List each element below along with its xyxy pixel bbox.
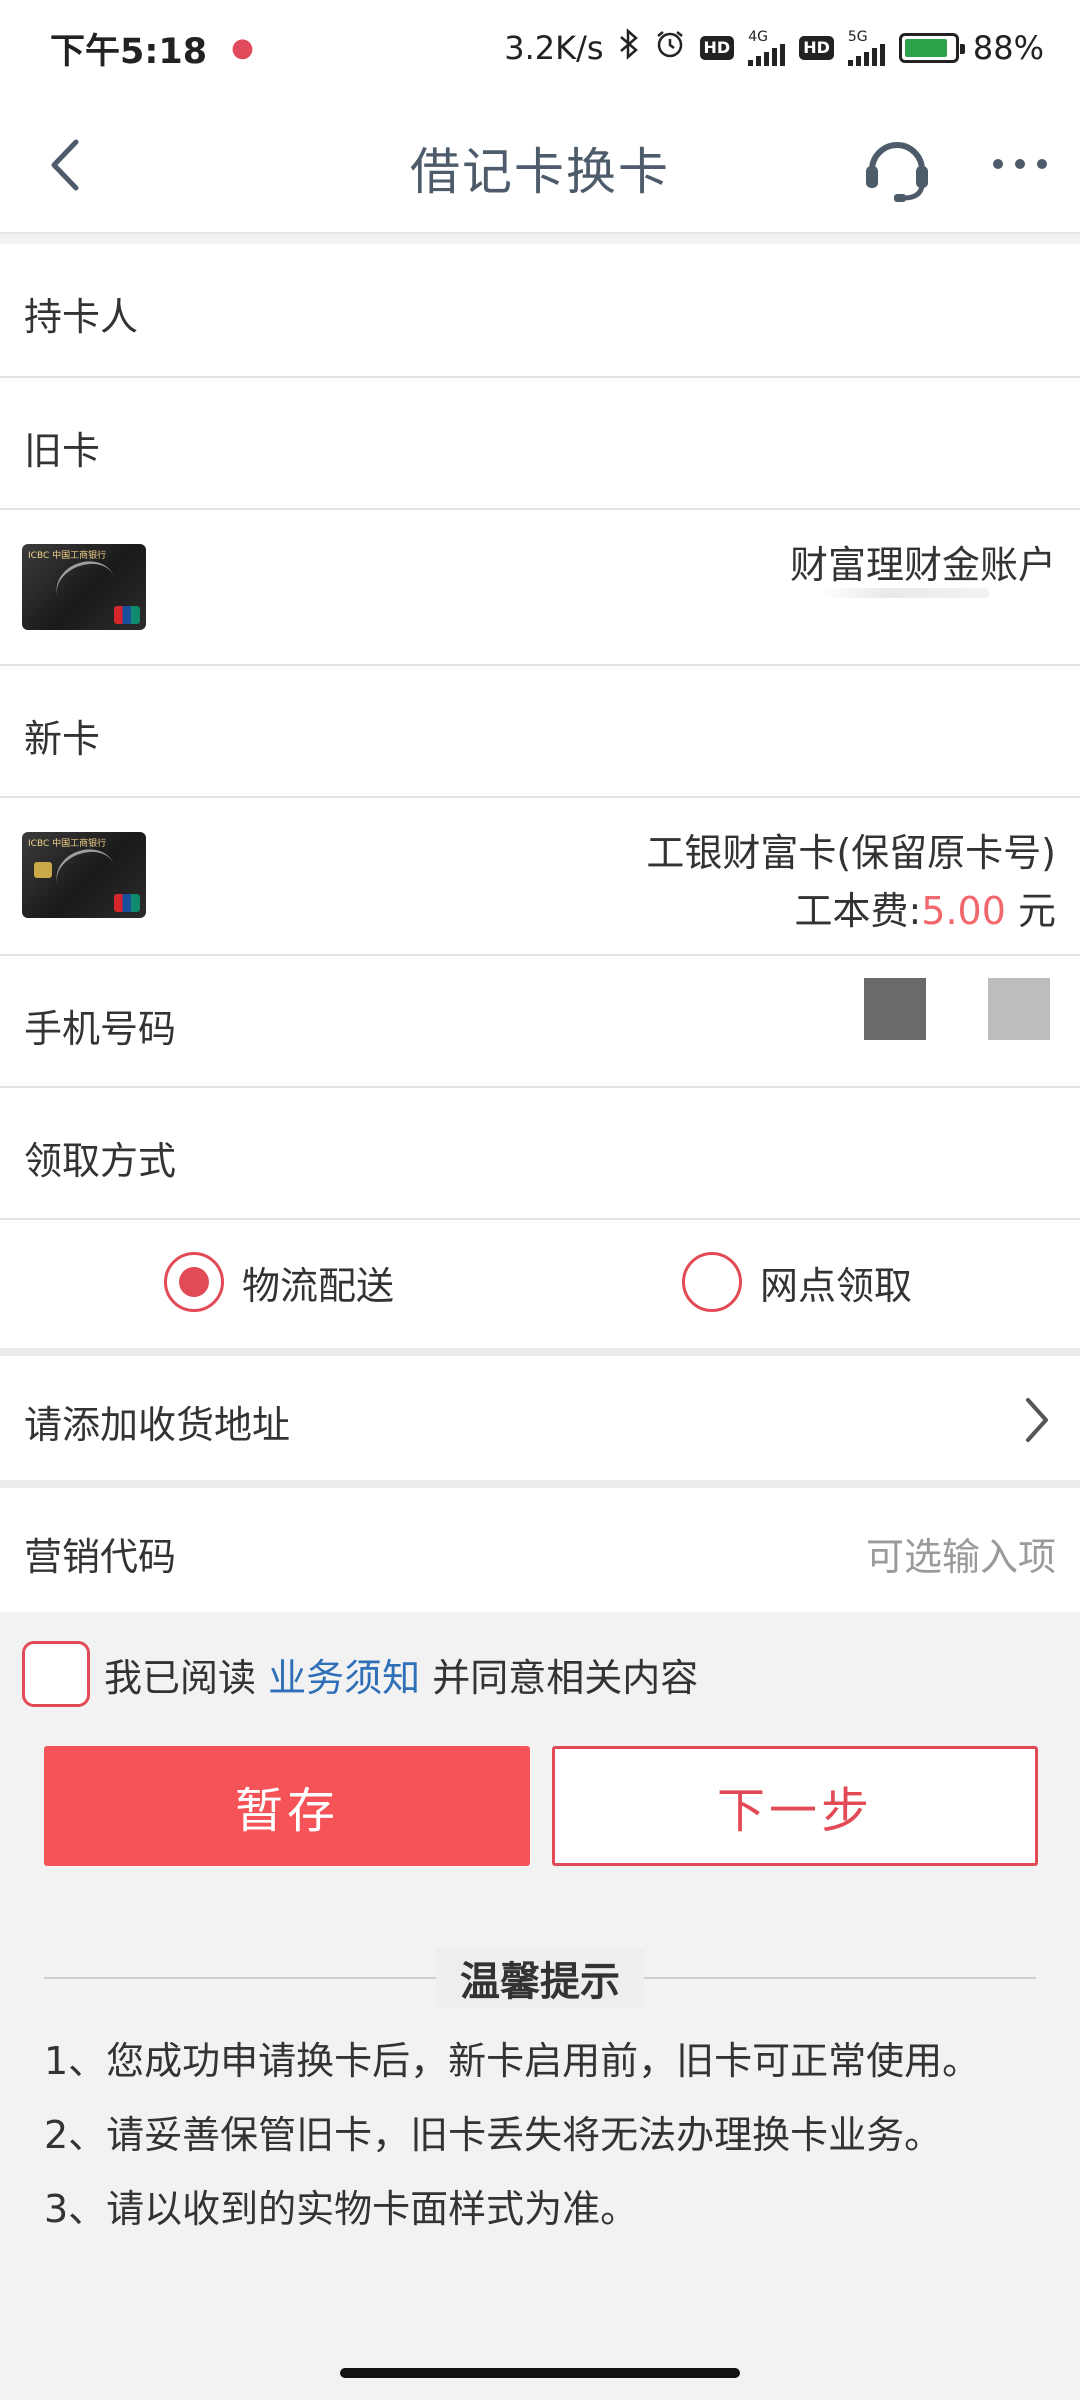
status-bar: 下午5:18 ● 3.2K/s HD 4G HD 5G 88% <box>0 0 1080 96</box>
new-card-name: 工银财富卡(保留原卡号) <box>646 831 1056 875</box>
masked-card-number <box>820 588 990 598</box>
marketing-code-label: 营销代码 <box>24 1535 177 1579</box>
battery-percent: 88% <box>972 29 1044 67</box>
holder-row: 持卡人 <box>0 244 1080 378</box>
radio-logistics[interactable]: 物流配送 <box>164 1252 394 1312</box>
fee-value: 5.00 <box>921 889 1006 933</box>
tips-list: 1、您成功申请换卡后，新卡启用前，旧卡可正常使用。 2、请妥善保管旧卡，旧卡丢失… <box>44 2024 1036 2246</box>
terms-link[interactable]: 业务须知 <box>268 1656 420 1700</box>
card-chip-icon <box>34 862 52 878</box>
tips-header: 温馨提示 <box>44 1948 1036 2008</box>
headset-icon <box>866 142 928 202</box>
divider <box>0 1480 1080 1488</box>
new-card-label: 新卡 <box>24 717 101 761</box>
tip-item: 1、您成功申请换卡后，新卡启用前，旧卡可正常使用。 <box>44 2039 981 2083</box>
holder-label: 持卡人 <box>24 295 139 339</box>
save-draft-button[interactable]: 暂存 <box>44 1746 530 1866</box>
phone-row: 手机号码 <box>0 956 1080 1088</box>
battery-icon <box>898 33 965 63</box>
fee-prefix: 工本费: <box>794 889 922 933</box>
chevron-right-icon <box>1026 1398 1048 1442</box>
next-step-button[interactable]: 下一步 <box>552 1746 1038 1866</box>
pickup-options-row: 物流配送 网点领取 <box>0 1220 1080 1348</box>
divider-line <box>644 1977 1036 1979</box>
radio-logistics-label: 物流配送 <box>242 1263 395 1308</box>
agreement-row: 我已阅读 业务须知 并同意相关内容 <box>0 1614 1080 1734</box>
unionpay-icon <box>114 606 140 624</box>
radio-branch-label: 网点领取 <box>760 1263 913 1308</box>
agreement-suffix: 并同意相关内容 <box>432 1655 699 1700</box>
masked-phone-block <box>988 978 1050 1040</box>
net-type-1: 4G <box>748 29 768 45</box>
old-card-row: 旧卡 <box>0 378 1080 510</box>
hd-badge-2: HD <box>799 36 834 60</box>
net-type-2: 5G <box>847 29 868 45</box>
radio-branch[interactable]: 网点领取 <box>682 1252 912 1312</box>
hd-badge-1: HD <box>699 36 735 60</box>
pickup-row: 领取方式 <box>0 1088 1080 1220</box>
tip-item: 2、请妥善保管旧卡，旧卡丢失将无法办理换卡业务。 <box>44 2113 943 2157</box>
divider <box>0 1348 1080 1356</box>
old-card-item[interactable]: ICBC 中国工商银行 财富理财金账户 <box>0 510 1080 666</box>
new-card-image: ICBC 中国工商银行 <box>22 832 146 918</box>
more-button[interactable] <box>988 144 1052 184</box>
card-replacement-form: 持卡人 旧卡 ICBC 中国工商银行 财富理财金账户 新卡 ICBC 中国工商银… <box>0 244 1080 1612</box>
unionpay-icon <box>114 894 140 912</box>
address-label: 请添加收货地址 <box>24 1403 291 1447</box>
masked-phone-block <box>864 978 926 1040</box>
new-card-item[interactable]: ICBC 中国工商银行 工银财富卡(保留原卡号) 工本费:5.00 元 <box>0 798 1080 956</box>
old-card-label: 旧卡 <box>24 429 101 473</box>
customer-service-button[interactable] <box>860 130 934 204</box>
marketing-code-row: 营销代码 可选输入项 <box>0 1488 1080 1612</box>
agreement-prefix: 我已阅读 <box>104 1655 257 1700</box>
signal-bars-icon <box>748 44 786 66</box>
alarm-icon <box>654 28 686 68</box>
status-time: 下午5:18 <box>50 31 208 72</box>
location-icon: ● <box>231 33 254 63</box>
marketing-code-input[interactable]: 可选输入项 <box>866 1526 1056 1581</box>
agreement-text: 我已阅读 业务须知 并同意相关内容 <box>104 1647 698 1702</box>
phone-label: 手机号码 <box>24 1007 177 1051</box>
divider-line <box>44 1977 436 1979</box>
address-row[interactable]: 请添加收货地址 <box>0 1356 1080 1480</box>
fee-text: 工本费:5.00 元 <box>794 880 1056 935</box>
tips-title: 温馨提示 <box>436 1949 644 2007</box>
more-dots-icon <box>993 159 1047 169</box>
bluetooth-icon <box>618 28 640 68</box>
tip-item: 3、请以收到的实物卡面样式为准。 <box>44 2187 639 2231</box>
net-speed: 3.2K/s <box>504 29 604 67</box>
pickup-label: 领取方式 <box>24 1139 177 1183</box>
home-indicator[interactable] <box>340 2368 740 2378</box>
agreement-checkbox[interactable] <box>22 1641 90 1707</box>
radio-checked-icon <box>164 1252 224 1312</box>
status-right: 3.2K/s HD 4G HD 5G 88% <box>504 28 1044 68</box>
fee-unit: 元 <box>1017 889 1056 933</box>
signal-4g: 4G <box>748 29 786 66</box>
signal-bars-icon <box>847 44 885 66</box>
nav-bar: 借记卡换卡 <box>0 96 1080 234</box>
signal-5g: 5G <box>847 29 885 66</box>
old-card-name: 财富理财金账户 <box>789 543 1056 587</box>
radio-unchecked-icon <box>682 1252 742 1312</box>
old-card-image: ICBC 中国工商银行 <box>22 544 146 630</box>
new-card-row: 新卡 <box>0 666 1080 798</box>
